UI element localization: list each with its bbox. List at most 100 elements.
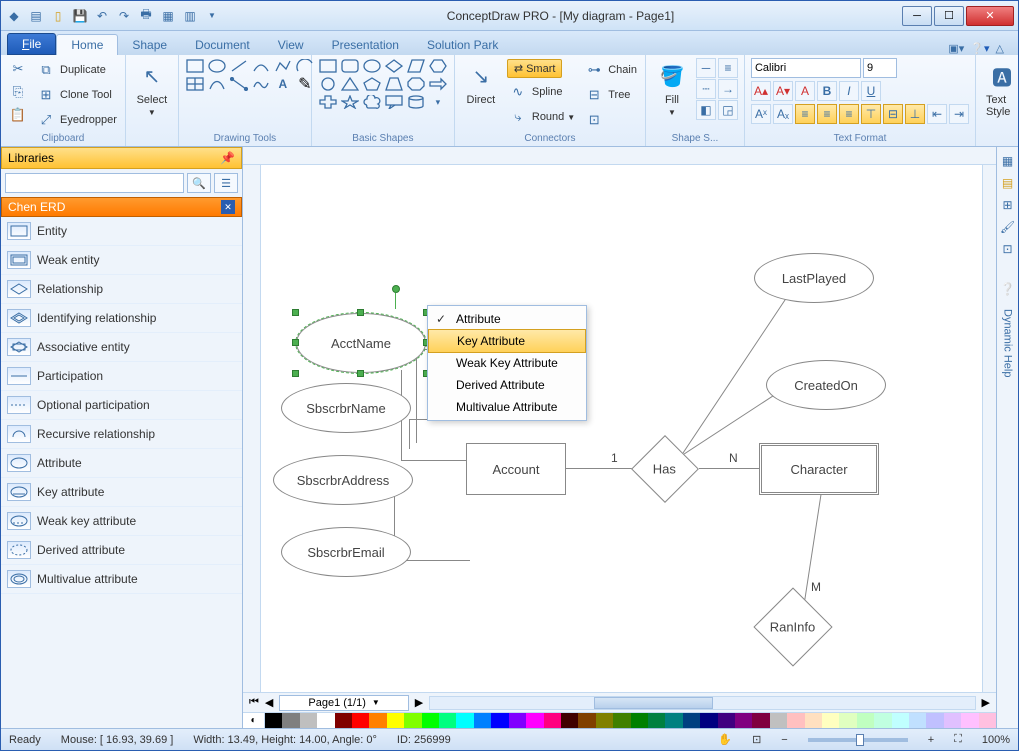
duplicate-button[interactable]: ⧉Duplicate (33, 58, 119, 82)
color-swatch[interactable] (752, 713, 769, 728)
tab-home[interactable]: Home (56, 34, 118, 55)
lib-item-associative-entity[interactable]: Associative entity (1, 333, 242, 362)
color-swatch[interactable] (474, 713, 491, 728)
shape-raninfo[interactable]: RanInfo (753, 587, 832, 666)
font-name-input[interactable] (751, 58, 861, 78)
qat-grid-icon[interactable]: ▦ (159, 7, 177, 25)
color-swatch[interactable] (282, 713, 299, 728)
clone-button[interactable]: ⊞Clone Tool (33, 83, 119, 107)
color-swatch[interactable] (944, 713, 961, 728)
color-swatch[interactable] (509, 713, 526, 728)
arrow-button[interactable]: → (718, 79, 738, 99)
direct-button[interactable]: ↘ Direct (461, 58, 501, 108)
shape-parallelogram[interactable] (406, 58, 426, 74)
sidepane-icon-2[interactable]: ▤ (1000, 175, 1016, 191)
color-swatch[interactable] (770, 713, 787, 728)
font-color-button[interactable]: A (795, 81, 815, 101)
tool-line[interactable] (229, 58, 249, 74)
round-button[interactable]: ⤷Round▼ (505, 105, 577, 129)
decrease-font-button[interactable]: A▾ (773, 81, 793, 101)
cut-icon[interactable]: ✂ (7, 58, 29, 80)
color-swatch[interactable] (300, 713, 317, 728)
qat-table-icon[interactable]: ▥ (181, 7, 199, 25)
copy-icon[interactable]: ⎘ (7, 81, 29, 103)
spline-button[interactable]: ∿Spline (505, 80, 577, 104)
color-swatch[interactable] (822, 713, 839, 728)
shape-circle[interactable] (318, 76, 338, 92)
color-swatch[interactable] (561, 713, 578, 728)
color-swatch[interactable] (369, 713, 386, 728)
lib-item-derived-attribute[interactable]: Derived attribute (1, 536, 242, 565)
shape-cloud[interactable] (362, 94, 382, 110)
subscript-button[interactable]: Aₓ (773, 104, 793, 124)
connector-opts-button[interactable]: ⊡ (581, 108, 639, 132)
color-swatch[interactable] (352, 713, 369, 728)
search-button[interactable]: 🔍 (187, 173, 211, 193)
page-nav-next-icon[interactable]: ▶ (415, 696, 423, 709)
color-swatch[interactable] (787, 713, 804, 728)
shape-diamond[interactable] (384, 58, 404, 74)
bold-button[interactable]: B (817, 81, 837, 101)
color-swatch[interactable] (335, 713, 352, 728)
superscript-button[interactable]: Aˣ (751, 104, 771, 124)
color-swatch[interactable] (979, 713, 996, 728)
color-swatch[interactable] (422, 713, 439, 728)
color-swatch[interactable] (805, 713, 822, 728)
pin-icon[interactable]: 📌 (220, 151, 235, 165)
tool-connector[interactable] (229, 76, 249, 92)
tool-grid[interactable] (185, 76, 205, 92)
align-left-button[interactable]: ≡ (795, 104, 815, 124)
color-swatch[interactable] (718, 713, 735, 728)
ctx-item-attribute[interactable]: Attribute (428, 308, 586, 330)
shape-star[interactable] (340, 94, 360, 110)
align-top-button[interactable]: ⊤ (861, 104, 881, 124)
shape-rect[interactable] (318, 58, 338, 74)
color-swatch[interactable] (404, 713, 421, 728)
color-swatch[interactable] (926, 713, 943, 728)
zoom-fit-icon[interactable]: ⛶ (954, 733, 962, 746)
shape-sbscrbremail[interactable]: SbscrbrEmail (281, 527, 411, 577)
qat-open-icon[interactable]: ▯ (49, 7, 67, 25)
dynamic-help-label[interactable]: Dynamic Help (1002, 309, 1014, 377)
color-swatch[interactable] (526, 713, 543, 728)
shape-has[interactable]: Has (631, 435, 699, 503)
tool-ellipse[interactable] (207, 58, 227, 74)
dash-button[interactable]: ┄ (696, 79, 716, 99)
shape-octagon[interactable] (406, 76, 426, 92)
color-swatch[interactable] (665, 713, 682, 728)
help-icon[interactable]: ❔▾ (970, 42, 989, 55)
lib-item-optional-participation[interactable]: Optional participation (1, 391, 242, 420)
lib-item-participation[interactable]: Participation (1, 362, 242, 391)
connector[interactable] (561, 468, 636, 469)
hscrollbar[interactable] (429, 696, 975, 710)
shape-hexagon[interactable] (428, 58, 448, 74)
close-category-icon[interactable]: ✕ (221, 200, 235, 214)
italic-button[interactable]: I (839, 81, 859, 101)
color-swatch[interactable] (909, 713, 926, 728)
line-weight-button[interactable]: ≡ (718, 58, 738, 78)
fill-button[interactable]: 🪣 Fill ▼ (652, 58, 692, 119)
color-swatch[interactable] (613, 713, 630, 728)
color-swatch[interactable] (387, 713, 404, 728)
qat-new-icon[interactable]: ▤ (27, 7, 45, 25)
color-swatch[interactable] (596, 713, 613, 728)
qat-dropdown-icon[interactable]: ▼ (203, 7, 221, 25)
shape-sbscrbrname[interactable]: SbscrbrName (281, 383, 411, 433)
sidepane-icon-4[interactable]: 🖌 (1000, 219, 1016, 235)
qat-save-icon[interactable]: 💾 (71, 7, 89, 25)
lib-item-multivalue-attribute[interactable]: Multivalue attribute (1, 565, 242, 594)
shape-pentagon[interactable] (362, 76, 382, 92)
tool-bezier[interactable] (207, 76, 227, 92)
connector[interactable] (401, 460, 471, 461)
canvas[interactable]: AcctName SbscrbrName SbscrbrAddress Sbsc… (261, 165, 982, 692)
color-swatch[interactable] (857, 713, 874, 728)
color-swatch[interactable] (265, 713, 282, 728)
lib-item-weak-entity[interactable]: Weak entity (1, 246, 242, 275)
ctx-item-key-attribute[interactable]: Key Attribute (428, 329, 586, 353)
tab-shape[interactable]: Shape (118, 35, 181, 55)
window-icon[interactable]: ▣▾ (948, 42, 964, 55)
tool-text[interactable]: A (273, 76, 293, 92)
ctx-item-weak-key-attribute[interactable]: Weak Key Attribute (428, 352, 586, 374)
vscrollbar[interactable] (982, 165, 996, 692)
shape-acctname[interactable]: AcctName (296, 313, 426, 373)
